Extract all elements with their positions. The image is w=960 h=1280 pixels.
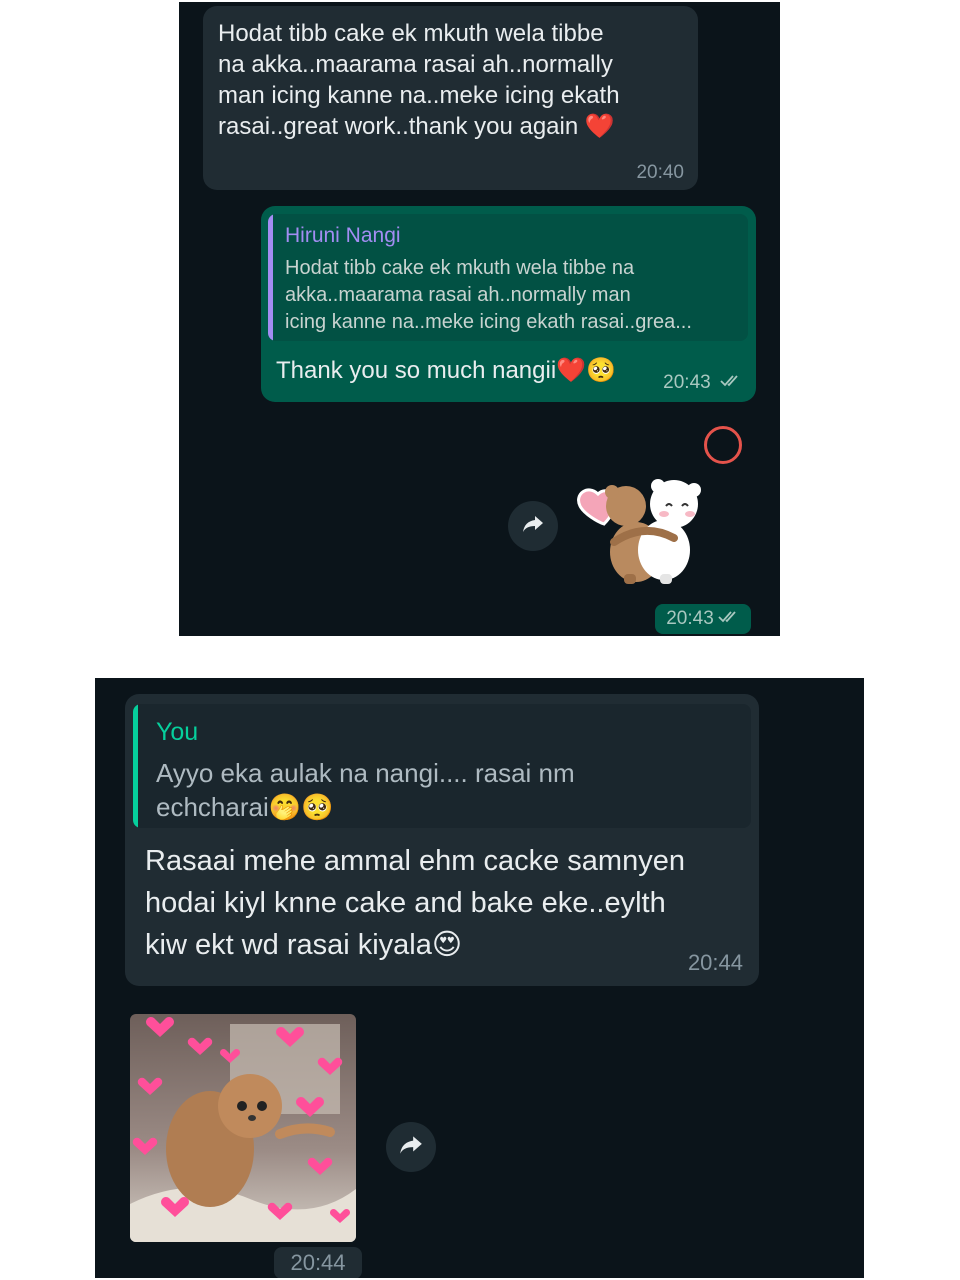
quote-text: Hodat tibb cake ek mkuth wela tibbe na a… <box>285 257 692 333</box>
message-time: 20:44 <box>687 950 743 975</box>
message-text: Thank you so much nangii❤️🥺 <box>276 357 616 384</box>
forward-icon <box>521 514 545 539</box>
quote-sender-name: You <box>156 718 199 746</box>
message-time-value: 20:43 <box>663 372 711 393</box>
message-text: Rasaai mehe ammal ehm cacke samnyen hoda… <box>145 845 685 961</box>
quote-sender-name: Hiruni Nangi <box>285 224 401 247</box>
double-check-icon <box>720 372 742 394</box>
image-time: 20:44 <box>290 1250 346 1275</box>
quote-text: Ayyo eka aulak na nangi.... rasai nm ech… <box>156 758 575 822</box>
forward-button[interactable] <box>508 501 558 551</box>
forward-icon <box>398 1134 424 1161</box>
red-circle-annotation <box>704 426 742 464</box>
chat-screenshot-top: Hodat tibb cake ek mkuth wela tibbe na a… <box>179 2 780 636</box>
quote-bar <box>268 214 273 341</box>
chat-screenshot-bottom: You Ayyo eka aulak na nangi.... rasai nm… <box>95 678 864 1278</box>
incoming-message[interactable]: You Ayyo eka aulak na nangi.... rasai nm… <box>125 694 759 986</box>
bears-hug-sticker[interactable] <box>574 472 724 587</box>
outgoing-message[interactable]: Hiruni Nangi Hodat tibb cake ek mkuth we… <box>261 206 756 402</box>
quoted-message[interactable]: You Ayyo eka aulak na nangi.... rasai nm… <box>133 704 751 828</box>
image-time-chip: 20:44 <box>274 1247 362 1278</box>
sticker-time-chip: 20:43 <box>655 604 751 634</box>
quote-bar <box>133 704 138 828</box>
message-time: 20:43 <box>663 372 742 394</box>
cat-hearts-image[interactable] <box>130 1014 356 1242</box>
incoming-message[interactable]: Hodat tibb cake ek mkuth wela tibbe na a… <box>203 6 698 190</box>
message-text: Hodat tibb cake ek mkuth wela tibbe na a… <box>218 20 620 140</box>
quoted-message[interactable]: Hiruni Nangi Hodat tibb cake ek mkuth we… <box>268 214 748 341</box>
sticker-time: 20:43 <box>666 608 714 629</box>
forward-button[interactable] <box>386 1122 436 1172</box>
message-time: 20:40 <box>636 162 684 183</box>
double-check-icon <box>718 608 740 630</box>
